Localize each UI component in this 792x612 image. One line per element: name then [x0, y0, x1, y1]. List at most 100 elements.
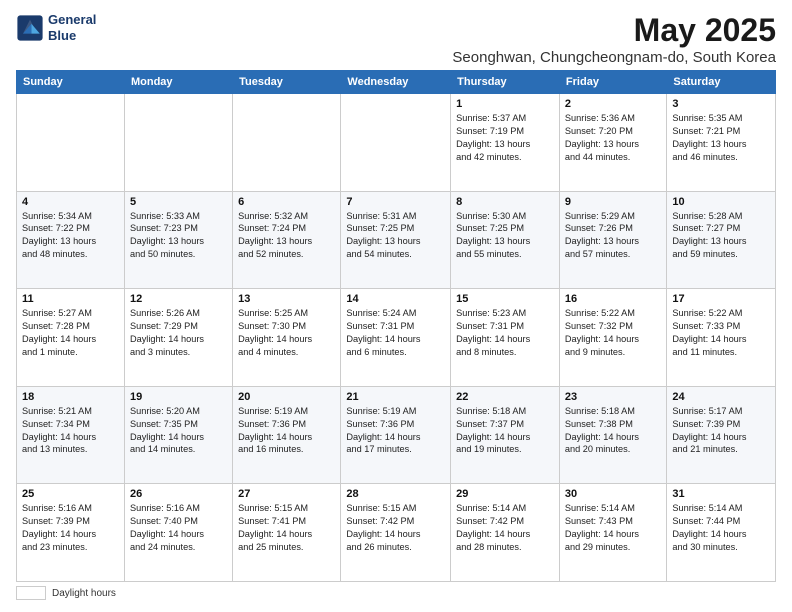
day-number: 31 — [672, 488, 770, 500]
calendar-cell: 28Sunrise: 5:15 AM Sunset: 7:42 PM Dayli… — [341, 484, 451, 582]
day-info: Sunrise: 5:27 AM Sunset: 7:28 PM Dayligh… — [22, 307, 119, 359]
calendar-week-2: 11 Sunrise: 5:27 AM Sunset: 7:28 PM Dayli… — [17, 289, 776, 387]
day-info: Sunrise: 5:15 AM Sunset: 7:41 PM Dayligh… — [238, 502, 335, 554]
header: General Blue May 2025 Seonghwan, Chungch… — [16, 12, 776, 66]
day-info: Sunrise: 5:30 AM Sunset: 7:25 PM Dayligh… — [456, 210, 554, 262]
day-info: Sunrise: 5:19 AM Sunset: 7:36 PM Dayligh… — [238, 405, 335, 457]
calendar-cell: 17Sunrise: 5:22 AM Sunset: 7:33 PM Dayli… — [667, 289, 776, 387]
day-info: Sunrise: 5:19 AM Sunset: 7:36 PM Dayligh… — [346, 405, 445, 457]
day-number: 14 — [346, 293, 445, 305]
calendar-cell: 24 Sunrise: 5:17 AM Sunset: 7:39 PM Dayli… — [667, 386, 776, 484]
day-info: Sunrise: 5:26 AM Sunset: 7:29 PM Dayligh… — [130, 307, 227, 359]
calendar-cell: 15 Sunrise: 5:23 AM Sunset: 7:31 PM Dayli… — [451, 289, 560, 387]
day-info: Sunrise: 5:14 AM Sunset: 7:43 PM Dayligh… — [565, 502, 661, 554]
calendar-cell: 7 Sunrise: 5:31 AM Sunset: 7:25 PM Daylig… — [341, 191, 451, 289]
calendar-body: 1 Sunrise: 5:37 AM Sunset: 7:19 PM Daylig… — [17, 94, 776, 582]
day-info: Sunrise: 5:22 AM Sunset: 7:33 PM Dayligh… — [672, 307, 770, 359]
day-info: Sunrise: 5:14 AM Sunset: 7:42 PM Dayligh… — [456, 502, 554, 554]
day-number: 7 — [346, 196, 445, 208]
day-number: 15 — [456, 293, 554, 305]
footer-box — [16, 586, 46, 600]
day-number: 3 — [672, 98, 770, 110]
day-number: 4 — [22, 196, 119, 208]
calendar-cell: 11 Sunrise: 5:27 AM Sunset: 7:28 PM Dayli… — [17, 289, 125, 387]
calendar-cell: 25 Sunrise: 5:16 AM Sunset: 7:39 PM Dayli… — [17, 484, 125, 582]
day-info: Sunrise: 5:24 AM Sunset: 7:31 PM Dayligh… — [346, 307, 445, 359]
day-number: 18 — [22, 391, 119, 403]
calendar-cell — [17, 94, 125, 192]
calendar-cell: 20 Sunrise: 5:19 AM Sunset: 7:36 PM Dayli… — [233, 386, 341, 484]
calendar-week-1: 4 Sunrise: 5:34 AM Sunset: 7:22 PM Daylig… — [17, 191, 776, 289]
day-number: 1 — [456, 98, 554, 110]
calendar-cell: 27Sunrise: 5:15 AM Sunset: 7:41 PM Dayli… — [233, 484, 341, 582]
calendar-cell: 23Sunrise: 5:18 AM Sunset: 7:38 PM Dayli… — [559, 386, 666, 484]
calendar-cell: 14 Sunrise: 5:24 AM Sunset: 7:31 PM Dayli… — [341, 289, 451, 387]
subtitle: Seonghwan, Chungcheongnam-do, South Kore… — [452, 49, 776, 66]
day-info: Sunrise: 5:15 AM Sunset: 7:42 PM Dayligh… — [346, 502, 445, 554]
day-number: 20 — [238, 391, 335, 403]
day-info: Sunrise: 5:31 AM Sunset: 7:25 PM Dayligh… — [346, 210, 445, 262]
calendar-cell: 12 Sunrise: 5:26 AM Sunset: 7:29 PM Dayli… — [124, 289, 232, 387]
calendar-cell: 31Sunrise: 5:14 AM Sunset: 7:44 PM Dayli… — [667, 484, 776, 582]
calendar-cell — [233, 94, 341, 192]
calendar-cell: 5Sunrise: 5:33 AM Sunset: 7:23 PM Daylig… — [124, 191, 232, 289]
day-number: 16 — [565, 293, 661, 305]
calendar-cell: 13Sunrise: 5:25 AM Sunset: 7:30 PM Dayli… — [233, 289, 341, 387]
calendar: SundayMondayTuesdayWednesdayThursdayFrid… — [16, 70, 776, 582]
day-info: Sunrise: 5:16 AM Sunset: 7:40 PM Dayligh… — [130, 502, 227, 554]
calendar-cell: 10Sunrise: 5:28 AM Sunset: 7:27 PM Dayli… — [667, 191, 776, 289]
day-number: 6 — [238, 196, 335, 208]
calendar-cell: 22Sunrise: 5:18 AM Sunset: 7:37 PM Dayli… — [451, 386, 560, 484]
day-number: 19 — [130, 391, 227, 403]
day-info: Sunrise: 5:36 AM Sunset: 7:20 PM Dayligh… — [565, 112, 661, 164]
day-number: 12 — [130, 293, 227, 305]
day-info: Sunrise: 5:33 AM Sunset: 7:23 PM Dayligh… — [130, 210, 227, 262]
calendar-cell: 6Sunrise: 5:32 AM Sunset: 7:24 PM Daylig… — [233, 191, 341, 289]
day-number: 11 — [22, 293, 119, 305]
calendar-cell: 9 Sunrise: 5:29 AM Sunset: 7:26 PM Daylig… — [559, 191, 666, 289]
calendar-cell: 4 Sunrise: 5:34 AM Sunset: 7:22 PM Daylig… — [17, 191, 125, 289]
header-row: SundayMondayTuesdayWednesdayThursdayFrid… — [17, 71, 776, 94]
day-header-saturday: Saturday — [667, 71, 776, 94]
day-number: 21 — [346, 391, 445, 403]
page: General Blue May 2025 Seonghwan, Chungch… — [0, 0, 792, 612]
footer: Daylight hours — [16, 586, 776, 600]
day-info: Sunrise: 5:22 AM Sunset: 7:32 PM Dayligh… — [565, 307, 661, 359]
day-number: 30 — [565, 488, 661, 500]
calendar-week-3: 18Sunrise: 5:21 AM Sunset: 7:34 PM Dayli… — [17, 386, 776, 484]
calendar-week-4: 25 Sunrise: 5:16 AM Sunset: 7:39 PM Dayli… — [17, 484, 776, 582]
day-info: Sunrise: 5:37 AM Sunset: 7:19 PM Dayligh… — [456, 112, 554, 164]
calendar-cell: 2Sunrise: 5:36 AM Sunset: 7:20 PM Daylig… — [559, 94, 666, 192]
day-number: 8 — [456, 196, 554, 208]
day-info: Sunrise: 5:35 AM Sunset: 7:21 PM Dayligh… — [672, 112, 770, 164]
day-header-thursday: Thursday — [451, 71, 560, 94]
title-block: May 2025 Seonghwan, Chungcheongnam-do, S… — [452, 12, 776, 66]
day-header-wednesday: Wednesday — [341, 71, 451, 94]
footer-label: Daylight hours — [52, 588, 116, 599]
calendar-cell: 30 Sunrise: 5:14 AM Sunset: 7:43 PM Dayli… — [559, 484, 666, 582]
calendar-cell: 26 Sunrise: 5:16 AM Sunset: 7:40 PM Dayli… — [124, 484, 232, 582]
calendar-cell — [124, 94, 232, 192]
day-number: 24 — [672, 391, 770, 403]
day-number: 25 — [22, 488, 119, 500]
main-title: May 2025 — [452, 12, 776, 49]
day-number: 26 — [130, 488, 227, 500]
day-info: Sunrise: 5:20 AM Sunset: 7:35 PM Dayligh… — [130, 405, 227, 457]
day-info: Sunrise: 5:23 AM Sunset: 7:31 PM Dayligh… — [456, 307, 554, 359]
calendar-week-0: 1 Sunrise: 5:37 AM Sunset: 7:19 PM Daylig… — [17, 94, 776, 192]
calendar-cell: 3 Sunrise: 5:35 AM Sunset: 7:21 PM Daylig… — [667, 94, 776, 192]
day-number: 29 — [456, 488, 554, 500]
day-number: 9 — [565, 196, 661, 208]
calendar-cell: 21 Sunrise: 5:19 AM Sunset: 7:36 PM Dayli… — [341, 386, 451, 484]
calendar-cell: 1 Sunrise: 5:37 AM Sunset: 7:19 PM Daylig… — [451, 94, 560, 192]
day-info: Sunrise: 5:29 AM Sunset: 7:26 PM Dayligh… — [565, 210, 661, 262]
day-info: Sunrise: 5:34 AM Sunset: 7:22 PM Dayligh… — [22, 210, 119, 262]
calendar-cell — [341, 94, 451, 192]
logo: General Blue — [16, 12, 96, 43]
day-info: Sunrise: 5:18 AM Sunset: 7:38 PM Dayligh… — [565, 405, 661, 457]
day-number: 10 — [672, 196, 770, 208]
day-info: Sunrise: 5:17 AM Sunset: 7:39 PM Dayligh… — [672, 405, 770, 457]
day-header-sunday: Sunday — [17, 71, 125, 94]
day-number: 13 — [238, 293, 335, 305]
day-info: Sunrise: 5:16 AM Sunset: 7:39 PM Dayligh… — [22, 502, 119, 554]
